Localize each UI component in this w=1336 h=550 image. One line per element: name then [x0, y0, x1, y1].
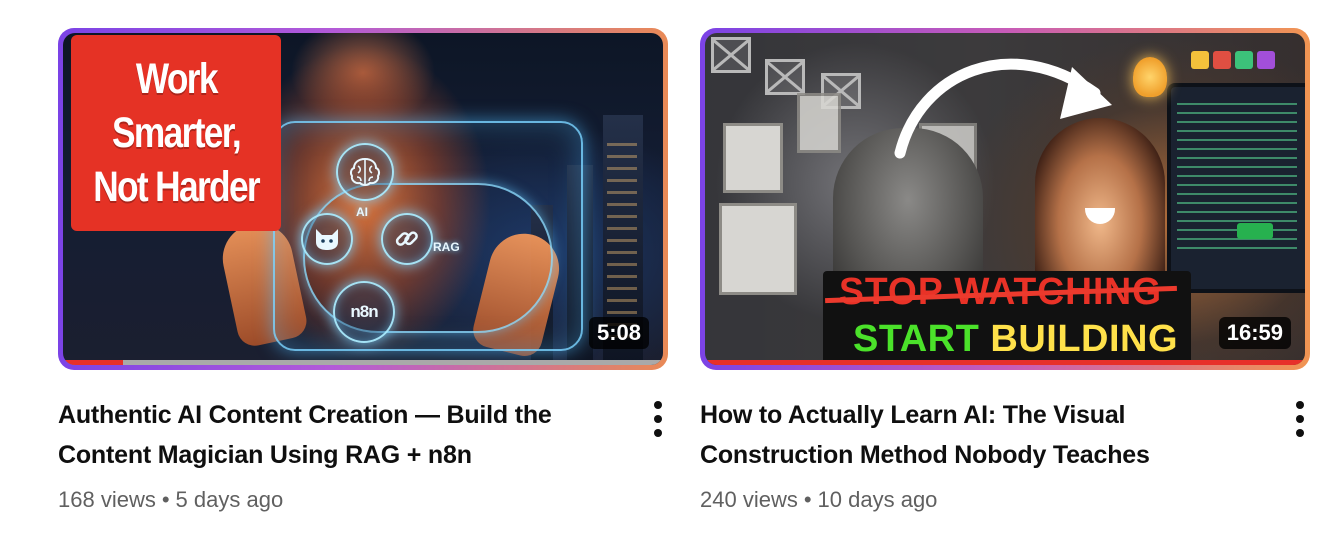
curved-arrow-icon: [894, 58, 1112, 159]
thumbnail-start-word: START: [853, 318, 980, 360]
certificate-shape: [723, 123, 783, 193]
screen-button-shape: [1237, 223, 1273, 239]
menu-dot: [654, 401, 662, 409]
thumbnail-start-text: START BUILDING: [853, 318, 1178, 361]
more-vertical-icon[interactable]: [1290, 399, 1310, 439]
video-title-line[interactable]: Authentic AI Content Creation — Build th…: [58, 395, 598, 435]
cat-icon: [301, 213, 353, 265]
menu-dot: [1296, 429, 1304, 437]
rag-label: RAG: [433, 240, 460, 254]
menu-dot: [1296, 415, 1304, 423]
video-title-line[interactable]: Content Magician Using RAG + n8n: [58, 435, 598, 475]
city-lights: [607, 143, 637, 343]
empty-frame-icon: [765, 59, 805, 95]
certificate-shape: [719, 203, 797, 295]
video-card[interactable]: AI RAG n8n Work Smarter, Not Harder 5:08…: [58, 28, 668, 515]
certificate-shape: [797, 93, 841, 153]
view-count: 168 views: [58, 487, 156, 512]
app-tile-icon: [1213, 51, 1231, 69]
watch-progress-track: [63, 360, 663, 365]
separator-dot: •: [803, 487, 812, 512]
video-title-line[interactable]: How to Actually Learn AI: The Visual: [700, 395, 1240, 435]
upload-age: 10 days ago: [817, 487, 938, 512]
video-details: Authentic AI Content Creation — Build th…: [58, 395, 668, 515]
video-details: How to Actually Learn AI: The Visual Con…: [700, 395, 1310, 515]
thumbnail-frame[interactable]: AI RAG n8n Work Smarter, Not Harder 5:08: [58, 28, 668, 370]
video-card[interactable]: STOP WATCHING START BUILDING 16:59 How t…: [700, 28, 1310, 515]
app-tile-icon: [1257, 51, 1275, 69]
duration-badge: 5:08: [588, 317, 649, 349]
ai-label: AI: [356, 205, 368, 219]
thumbnail-headline-line: Not Harder: [93, 163, 260, 211]
video-title[interactable]: Authentic AI Content Creation — Build th…: [58, 395, 598, 475]
upload-age: 5 days ago: [175, 487, 284, 512]
menu-dot: [1296, 401, 1304, 409]
watch-progress-bar: [705, 360, 1305, 365]
app-tile-icon: [1191, 51, 1209, 69]
brain-icon: [336, 143, 394, 201]
link-icon: [381, 213, 433, 265]
n8n-logo-text: n8n: [350, 302, 378, 321]
menu-dot: [654, 429, 662, 437]
separator-dot: •: [161, 487, 170, 512]
thumbnail-frame[interactable]: STOP WATCHING START BUILDING 16:59: [700, 28, 1310, 370]
more-vertical-icon[interactable]: [648, 399, 668, 439]
view-count: 240 views: [700, 487, 798, 512]
empty-frame-icon: [711, 37, 751, 73]
duration-badge: 16:59: [1218, 317, 1291, 349]
lightbulb-icon: [1133, 57, 1167, 97]
n8n-logo-icon: n8n: [333, 281, 395, 343]
menu-dot: [654, 415, 662, 423]
video-title[interactable]: How to Actually Learn AI: The Visual Con…: [700, 395, 1240, 475]
thumbnail-headline-line: Work: [135, 55, 219, 103]
watch-progress-bar: [63, 360, 123, 365]
watch-progress-track: [705, 360, 1305, 365]
video-thumbnail[interactable]: AI RAG n8n Work Smarter, Not Harder 5:08: [63, 33, 663, 365]
thumbnail-headline-box: Work Smarter, Not Harder: [71, 35, 281, 231]
video-stats: 168 views • 5 days ago: [58, 485, 668, 515]
video-stats: 240 views • 10 days ago: [700, 485, 1310, 515]
thumbnail-building-word: BUILDING: [990, 318, 1179, 360]
app-tile-icon: [1235, 51, 1253, 69]
video-title-line[interactable]: Construction Method Nobody Teaches: [700, 435, 1240, 475]
thumbnail-headline-line: Smarter,: [111, 109, 242, 157]
video-thumbnail[interactable]: STOP WATCHING START BUILDING 16:59: [705, 33, 1305, 365]
